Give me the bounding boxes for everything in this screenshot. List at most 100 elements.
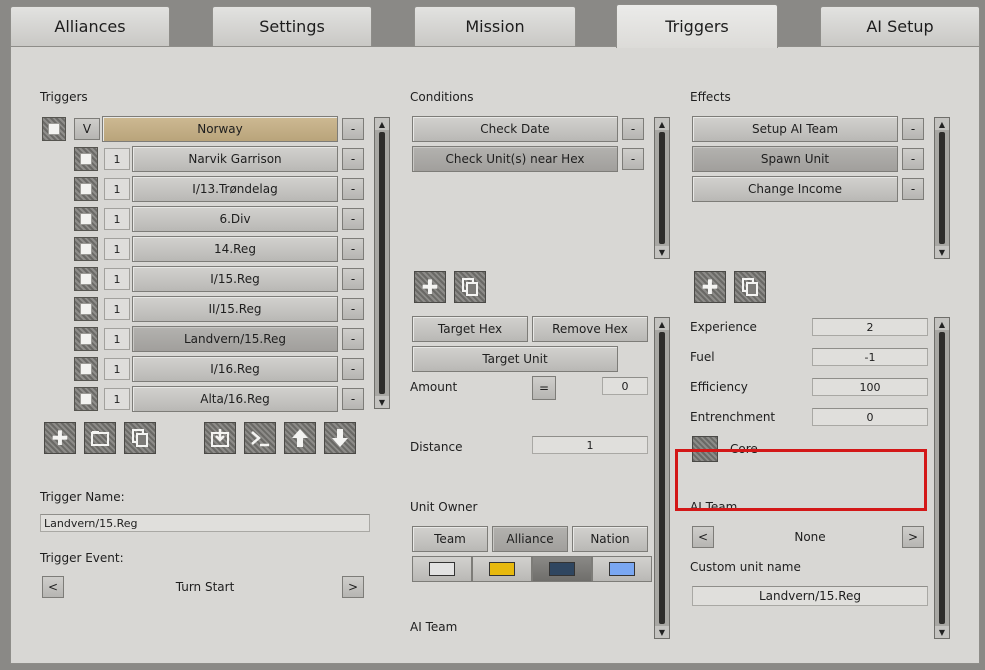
- import-trigger-button[interactable]: [204, 422, 236, 454]
- ai-team-next-button[interactable]: >: [902, 526, 924, 548]
- trigger-item-checkbox[interactable]: [74, 207, 98, 231]
- swatch-yellow-button[interactable]: [472, 556, 532, 582]
- copy-trigger-button[interactable]: [124, 422, 156, 454]
- trigger-item-remove-button[interactable]: -: [342, 328, 364, 350]
- scroll-down-icon[interactable]: ▼: [655, 626, 669, 638]
- owner-nation-button[interactable]: Nation: [572, 526, 648, 552]
- remove-hex-button[interactable]: Remove Hex: [532, 316, 648, 342]
- effect-setup-ai-team[interactable]: Setup AI Team: [692, 116, 898, 142]
- trigger-group-remove-button[interactable]: -: [342, 118, 364, 140]
- scroll-up-icon[interactable]: ▲: [655, 118, 669, 130]
- condition-check-date-remove-button[interactable]: -: [622, 118, 644, 140]
- add-trigger-button[interactable]: ✚: [44, 422, 76, 454]
- amount-input[interactable]: 0: [602, 377, 648, 395]
- scroll-up-icon[interactable]: ▲: [935, 118, 949, 130]
- effect-spawn-unit-remove-button[interactable]: -: [902, 148, 924, 170]
- swatch-blue-button[interactable]: [592, 556, 652, 582]
- swatch-navy-button[interactable]: [532, 556, 592, 582]
- trigger-group-norway[interactable]: Norway: [102, 116, 338, 142]
- owner-team-button[interactable]: Team: [412, 526, 488, 552]
- fuel-input[interactable]: -1: [812, 348, 928, 366]
- trigger-item[interactable]: 6.Div: [132, 206, 338, 232]
- condition-check-units-near-hex[interactable]: Check Unit(s) near Hex: [412, 146, 618, 172]
- trigger-item-checkbox[interactable]: [74, 177, 98, 201]
- trigger-item-remove-button[interactable]: -: [342, 358, 364, 380]
- trigger-item-checkbox[interactable]: [74, 327, 98, 351]
- condition-details-scrollbar[interactable]: ▲ ▼: [654, 317, 670, 639]
- trigger-item[interactable]: 14.Reg: [132, 236, 338, 262]
- script-button[interactable]: [244, 422, 276, 454]
- experience-input[interactable]: 2: [812, 318, 928, 336]
- swatch-white-button[interactable]: [412, 556, 472, 582]
- trigger-item-checkbox[interactable]: [74, 237, 98, 261]
- scroll-track[interactable]: [379, 132, 385, 394]
- tab-alliances[interactable]: Alliances: [10, 6, 170, 46]
- trigger-item-checkbox[interactable]: [74, 267, 98, 291]
- distance-input[interactable]: 1: [532, 436, 648, 454]
- trigger-item[interactable]: I/15.Reg: [132, 266, 338, 292]
- trigger-item-remove-button[interactable]: -: [342, 388, 364, 410]
- trigger-item-remove-button[interactable]: -: [342, 148, 364, 170]
- tab-triggers[interactable]: Triggers: [616, 4, 778, 48]
- trigger-group-flag[interactable]: V: [74, 118, 100, 140]
- trigger-name-input[interactable]: Landvern/15.Reg: [40, 514, 370, 532]
- conditions-scrollbar[interactable]: ▲ ▼: [654, 117, 670, 259]
- trigger-item[interactable]: Alta/16.Reg: [132, 386, 338, 412]
- condition-check-units-remove-button[interactable]: -: [622, 148, 644, 170]
- scroll-down-icon[interactable]: ▼: [935, 246, 949, 258]
- condition-check-date[interactable]: Check Date: [412, 116, 618, 142]
- triggers-scrollbar[interactable]: ▲ ▼: [374, 117, 390, 409]
- scroll-track[interactable]: [939, 132, 945, 244]
- effects-scrollbar[interactable]: ▲ ▼: [934, 117, 950, 259]
- copy-condition-button[interactable]: [454, 271, 486, 303]
- trigger-item-remove-button[interactable]: -: [342, 178, 364, 200]
- scroll-up-icon[interactable]: ▲: [935, 318, 949, 330]
- effect-spawn-unit[interactable]: Spawn Unit: [692, 146, 898, 172]
- trigger-item-remove-button[interactable]: -: [342, 268, 364, 290]
- target-hex-button[interactable]: Target Hex: [412, 316, 528, 342]
- trigger-item[interactable]: Landvern/15.Reg: [132, 326, 338, 352]
- trigger-item-remove-button[interactable]: -: [342, 298, 364, 320]
- trigger-item[interactable]: II/15.Reg: [132, 296, 338, 322]
- trigger-item-checkbox[interactable]: [74, 297, 98, 321]
- move-up-button[interactable]: [284, 422, 316, 454]
- trigger-item-checkbox[interactable]: [74, 357, 98, 381]
- efficiency-input[interactable]: 100: [812, 378, 928, 396]
- entrenchment-input[interactable]: 0: [812, 408, 928, 426]
- target-unit-button[interactable]: Target Unit: [412, 346, 618, 372]
- scroll-down-icon[interactable]: ▼: [935, 626, 949, 638]
- add-group-button[interactable]: [84, 422, 116, 454]
- owner-alliance-button[interactable]: Alliance: [492, 526, 568, 552]
- custom-unit-name-input[interactable]: Landvern/15.Reg: [692, 586, 928, 606]
- add-condition-button[interactable]: ✚: [414, 271, 446, 303]
- scroll-track[interactable]: [659, 132, 665, 244]
- tab-ai-setup[interactable]: AI Setup: [820, 6, 980, 46]
- scroll-track[interactable]: [659, 332, 665, 624]
- effect-details-scrollbar[interactable]: ▲ ▼: [934, 317, 950, 639]
- ai-team-prev-button[interactable]: <: [692, 526, 714, 548]
- scroll-up-icon[interactable]: ▲: [375, 118, 389, 130]
- trigger-group-checkbox[interactable]: [42, 117, 66, 141]
- trigger-item[interactable]: I/13.Trøndelag: [132, 176, 338, 202]
- amount-operator-button[interactable]: =: [532, 376, 556, 400]
- scroll-down-icon[interactable]: ▼: [375, 396, 389, 408]
- trigger-item-remove-button[interactable]: -: [342, 238, 364, 260]
- scroll-track[interactable]: [939, 332, 945, 624]
- scroll-down-icon[interactable]: ▼: [655, 246, 669, 258]
- trigger-event-prev-button[interactable]: <: [42, 576, 64, 598]
- effect-change-income[interactable]: Change Income: [692, 176, 898, 202]
- move-down-button[interactable]: [324, 422, 356, 454]
- scroll-up-icon[interactable]: ▲: [655, 318, 669, 330]
- trigger-item-checkbox[interactable]: [74, 147, 98, 171]
- trigger-item-remove-button[interactable]: -: [342, 208, 364, 230]
- trigger-item[interactable]: Narvik Garrison: [132, 146, 338, 172]
- copy-effect-button[interactable]: [734, 271, 766, 303]
- tab-mission[interactable]: Mission: [414, 6, 576, 46]
- add-effect-button[interactable]: ✚: [694, 271, 726, 303]
- trigger-item[interactable]: I/16.Reg: [132, 356, 338, 382]
- trigger-event-next-button[interactable]: >: [342, 576, 364, 598]
- trigger-item-checkbox[interactable]: [74, 387, 98, 411]
- effect-setup-ai-team-remove-button[interactable]: -: [902, 118, 924, 140]
- effect-change-income-remove-button[interactable]: -: [902, 178, 924, 200]
- tab-settings[interactable]: Settings: [212, 6, 372, 46]
